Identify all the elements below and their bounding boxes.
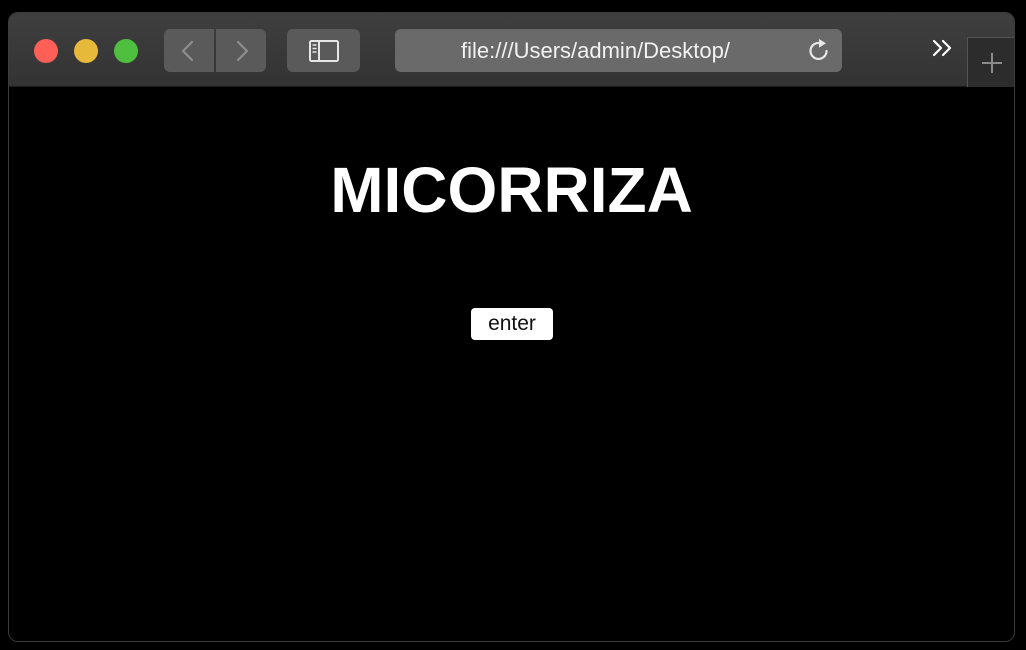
zoom-window-button[interactable]: [114, 39, 138, 63]
browser-window: file:///Users/admin/Desktop/ MICORRIZA e…: [8, 12, 1015, 642]
page-title: MICORRIZA: [330, 154, 693, 226]
sidebar-icon: [308, 39, 339, 62]
enter-button[interactable]: enter: [471, 308, 553, 340]
address-bar-url[interactable]: file:///Users/admin/Desktop/: [461, 29, 777, 72]
browser-toolbar: file:///Users/admin/Desktop/: [9, 13, 1014, 87]
reload-icon[interactable]: [806, 38, 832, 64]
address-bar[interactable]: file:///Users/admin/Desktop/: [395, 29, 842, 72]
forward-button[interactable]: [216, 29, 266, 72]
sidebar-toggle-button[interactable]: [287, 29, 360, 72]
plus-icon: [982, 52, 1002, 73]
chevron-left-icon: [181, 40, 194, 61]
toolbar-overflow-button[interactable]: [929, 35, 957, 63]
new-tab-button[interactable]: [967, 37, 1014, 87]
close-window-button[interactable]: [34, 39, 58, 63]
page-content: MICORRIZA enter: [9, 87, 1014, 641]
chevron-right-icon: [236, 40, 249, 61]
back-button[interactable]: [164, 29, 214, 72]
minimize-window-button[interactable]: [74, 39, 98, 63]
double-chevron-right-icon: [932, 39, 952, 57]
